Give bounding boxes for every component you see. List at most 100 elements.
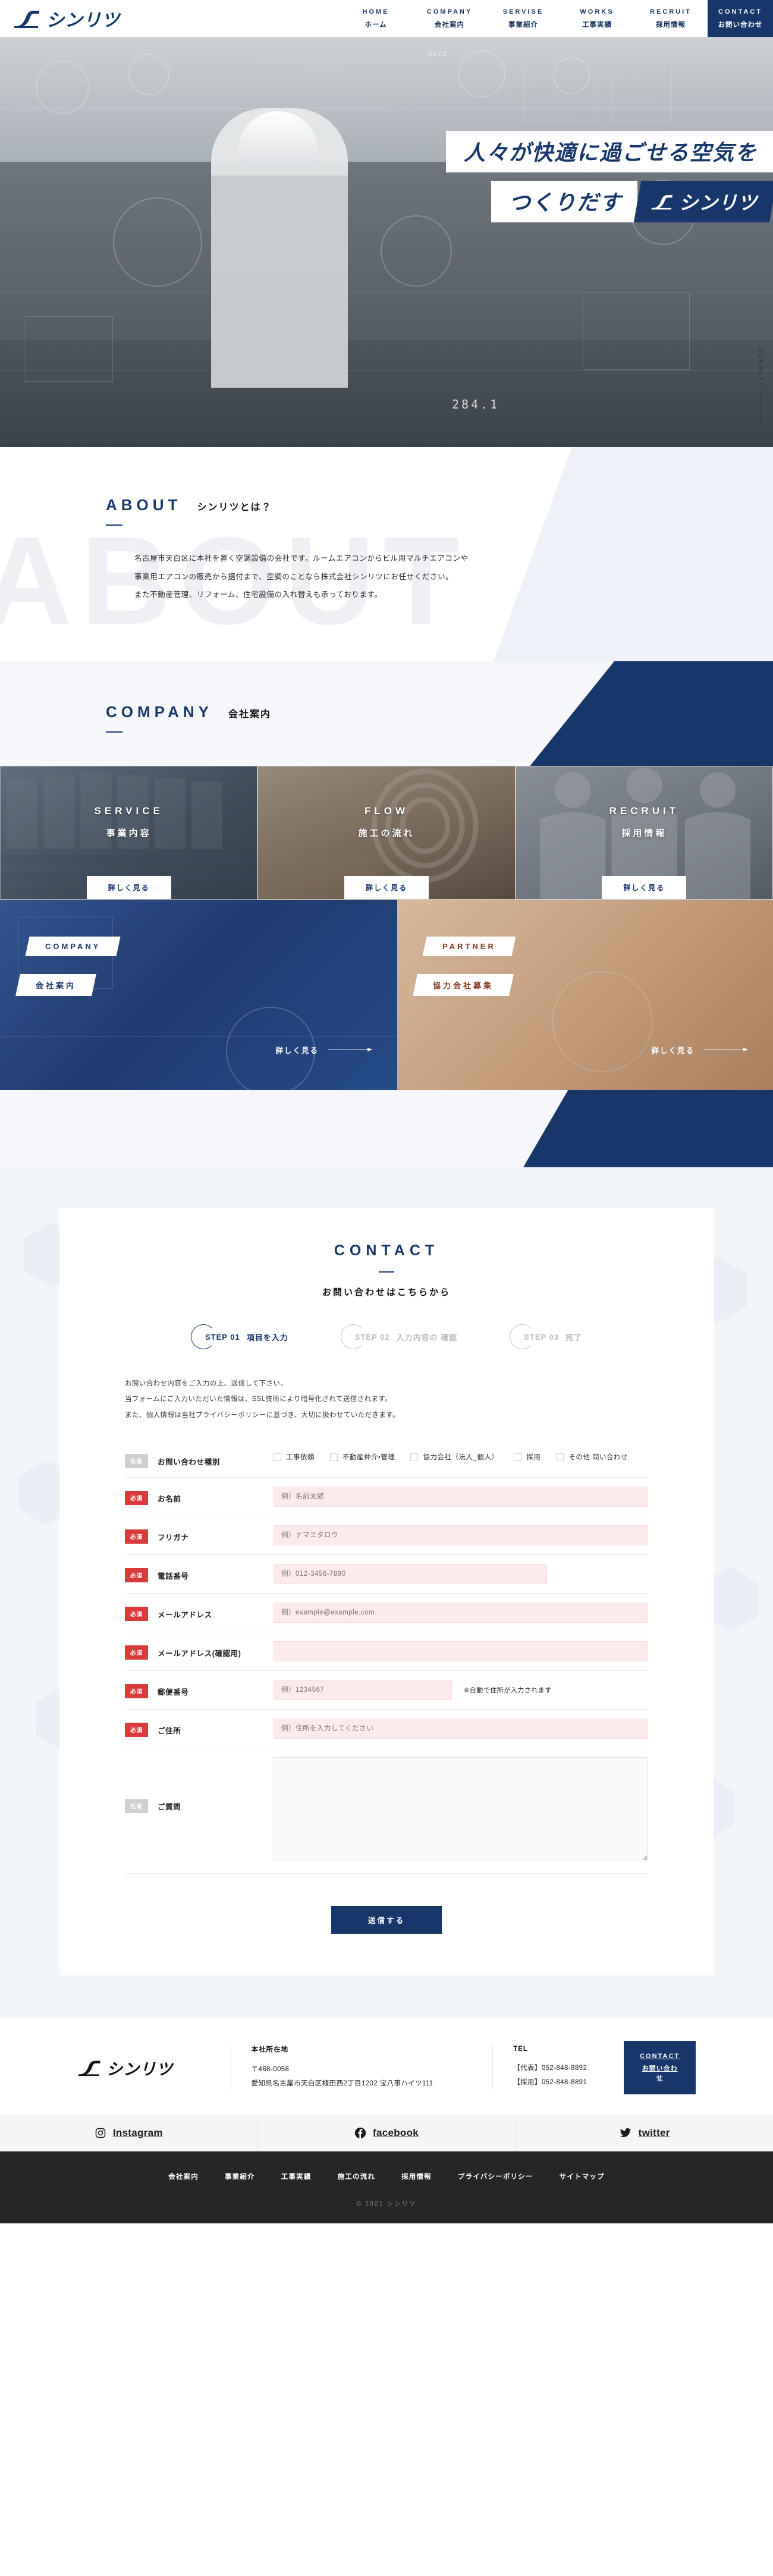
footer-tel-recruit: 【採用】052-848-8891 (513, 2079, 587, 2087)
footer-link-company[interactable]: 会社案内 (168, 2172, 199, 2181)
nav-item-works[interactable]: WORKS 工事実績 (560, 0, 634, 37)
footer-link-flow[interactable]: 施工の流れ (338, 2172, 376, 2181)
checkbox-koji-irai[interactable]: 工事依頼 (274, 1452, 315, 1462)
email-input[interactable] (274, 1603, 648, 1623)
footer-cta-en: CONTACT (640, 2053, 680, 2060)
card-service[interactable]: SERVICE 事業内容 詳しく見る (0, 765, 258, 900)
checkbox-fudosan[interactable]: 不動産仲介・管理 (330, 1452, 395, 1462)
form-notes: お問い合わせ内容をご入力の上、送信して下さい。 当フォームにご入力いただいた情報… (125, 1376, 648, 1423)
checkbox-sonota[interactable]: その他 問い合わせ (556, 1452, 628, 1462)
facebook-icon (354, 2127, 366, 2139)
checkbox-icon[interactable] (514, 1453, 522, 1461)
site-header: シンリツ HOME ホーム COMPANY 会社案内 SERVISE 事業紹介 … (0, 0, 773, 37)
about-paragraph-1: 名古屋市天白区に本社を置く空調設備の会社です。ルームエアコンからビル用マルチエア… (134, 554, 469, 563)
checkbox-icon[interactable] (410, 1453, 419, 1461)
scroll-arrow-icon (758, 389, 762, 423)
required-badge: 必須 (125, 1491, 149, 1506)
nav-item-home[interactable]: HOME ホーム (339, 0, 413, 37)
footer-postal: 〒468-0058 (251, 2066, 290, 2074)
hero-headline-line1: 人々が快適に過ごせる空気を (445, 131, 773, 172)
field-label: お名前 (158, 1494, 181, 1503)
footer-tel-heading: TEL (513, 2046, 528, 2053)
form-row-tel: 必須 電話番号 (125, 1555, 648, 1594)
step-02: STEP 02 入力内容の 確認 (340, 1324, 457, 1350)
social-link-instagram[interactable]: Instagram (0, 2115, 257, 2151)
company-heading-en: COMPANY (106, 702, 213, 721)
step-circle-icon (340, 1324, 366, 1350)
card-recruit[interactable]: RECRUIT 採用情報 詳しく見る (515, 765, 773, 900)
hero-banner: AACC 284.1 人々が快適に過ごせる空気を つくりだす シンリツ SCRO… (0, 37, 773, 447)
footer-address-heading: 本社所在地 (251, 2046, 289, 2054)
checkbox-label: 工事依頼 (286, 1454, 315, 1462)
contact-heading-rule (379, 1271, 394, 1273)
footer-link-recruit[interactable]: 採用情報 (401, 2172, 432, 2181)
about-paragraph-3: また不動産管理、リフォーム、住宅設備の入れ替えも承っております。 (134, 590, 382, 599)
footer-link-privacy[interactable]: プライバシーポリシー (458, 2172, 533, 2181)
form-note-3: また、個人情報は当社プライバシーポリシーに基づき、大切に扱わせていただきます。 (125, 1411, 400, 1419)
checkbox-saiyo[interactable]: 採用 (514, 1452, 541, 1462)
field-label: 郵便番号 (158, 1688, 189, 1697)
main-nav: HOME ホーム COMPANY 会社案内 SERVISE 事業紹介 WORKS… (244, 0, 773, 37)
social-link-twitter[interactable]: twitter (515, 2115, 773, 2152)
about-section: ABOUT ABOUT シンリツとは？ 名古屋市天白区に本社を置く空調設備の会社… (0, 447, 773, 661)
footer-link-works[interactable]: 工事実績 (281, 2172, 312, 2181)
company-section: COMPANY 会社案内 SERVICE 事業内容 詳しく見る FLOW 施工の… (0, 661, 773, 1167)
company-card-grid: SERVICE 事業内容 詳しく見る FLOW 施工の流れ 詳しく見る RECR… (0, 765, 773, 900)
social-label: twitter (638, 2127, 670, 2139)
card-more-button[interactable]: 詳しく見る (602, 875, 687, 899)
page-root: シンリツ HOME ホーム COMPANY 会社案内 SERVISE 事業紹介 … (0, 0, 773, 2224)
checkbox-icon[interactable] (274, 1453, 281, 1461)
banner-tag-en: PARTNER (422, 936, 516, 956)
banner-more-link[interactable]: 詳しく見る (275, 1044, 372, 1055)
banner-more-link[interactable]: 詳しく見る (651, 1044, 748, 1055)
form-row-postal: 必須 郵便番号 ※自動で住所が入力されます (125, 1671, 648, 1710)
address-input[interactable] (274, 1719, 648, 1739)
checkbox-icon[interactable] (556, 1453, 564, 1461)
email-confirm-input[interactable] (274, 1641, 648, 1662)
banner-company[interactable]: COMPANY 会社案内 詳しく見る (0, 899, 397, 1090)
nav-item-contact[interactable]: CONTACT お問い合わせ (708, 0, 773, 37)
form-row-question: 任意 ご質問 (125, 1748, 648, 1874)
footer-address-block: 本社所在地 〒468-0058 愛知県名古屋市天白区植田西2丁目1202 宝八事… (230, 2044, 493, 2091)
nav-label-ja: 会社案内 (435, 21, 464, 29)
social-label: facebook (372, 2127, 419, 2139)
footer-nav: 会社案内 事業紹介 工事実績 施工の流れ 採用情報 プライバシーポリシー サイト… (0, 2172, 773, 2181)
social-link-facebook[interactable]: facebook (257, 2115, 516, 2152)
nav-item-recruit[interactable]: RECRUIT 採用情報 (634, 0, 708, 37)
checkbox-icon[interactable] (330, 1453, 338, 1461)
card-flow[interactable]: FLOW 施工の流れ 詳しく見る (257, 765, 516, 900)
nav-item-servise[interactable]: SERVISE 事業紹介 (486, 0, 560, 37)
form-note-2: 当フォームにご入力いただいた情報は、SSL技術により暗号化されて送信されます。 (125, 1396, 392, 1403)
about-heading: ABOUT シンリツとは？ (106, 496, 773, 514)
furigana-input[interactable] (274, 1525, 648, 1546)
footer-contact-button[interactable]: CONTACT お問い合わせ (624, 2041, 696, 2095)
nav-label-en: WORKS (580, 8, 614, 15)
shinritsu-logo-icon (77, 2059, 102, 2076)
header-logo[interactable]: シンリツ (0, 0, 244, 37)
footer-cta-ja: お問い合わせ (642, 2065, 678, 2082)
banner-partner[interactable]: PARTNER 協力会社募集 詳しく見る (397, 899, 773, 1090)
footer-link-service[interactable]: 事業紹介 (225, 2172, 255, 2181)
checkbox-label: 協力会社（法人_個人） (423, 1454, 499, 1462)
submit-button[interactable]: 送信する (331, 1906, 442, 1934)
footer-link-sitemap[interactable]: サイトマップ (560, 2172, 605, 2181)
postal-input[interactable] (274, 1680, 452, 1701)
card-more-button[interactable]: 詳しく見る (86, 875, 171, 899)
question-textarea[interactable] (274, 1757, 648, 1862)
tel-input[interactable] (274, 1564, 547, 1585)
instagram-icon (95, 2127, 106, 2139)
hero-logo-badge: シンリツ (633, 181, 773, 222)
inquiry-type-options: 工事依頼 不動産仲介・管理 協力会社（法人_個人） 採用 その他 問い合わせ (274, 1450, 642, 1462)
checkbox-label: その他 問い合わせ (568, 1454, 629, 1462)
twitter-icon (619, 2127, 632, 2139)
company-heading: COMPANY 会社案内 (106, 703, 773, 721)
nav-item-company[interactable]: COMPANY 会社案内 (413, 0, 486, 37)
footer-info: シンリツ 本社所在地 〒468-0058 愛知県名古屋市天白区植田西2丁目120… (0, 2018, 773, 2115)
field-label: メールアドレス (158, 1610, 212, 1619)
footer-logo[interactable]: シンリツ (77, 2056, 231, 2079)
postal-hint: ※自動で住所が入力されます (464, 1687, 552, 1695)
card-more-button[interactable]: 詳しく見る (344, 875, 429, 899)
name-input[interactable] (274, 1487, 648, 1507)
checkbox-kyoryoku[interactable]: 協力会社（法人_個人） (410, 1452, 498, 1462)
scroll-indicator[interactable]: SCROLL (757, 348, 763, 423)
